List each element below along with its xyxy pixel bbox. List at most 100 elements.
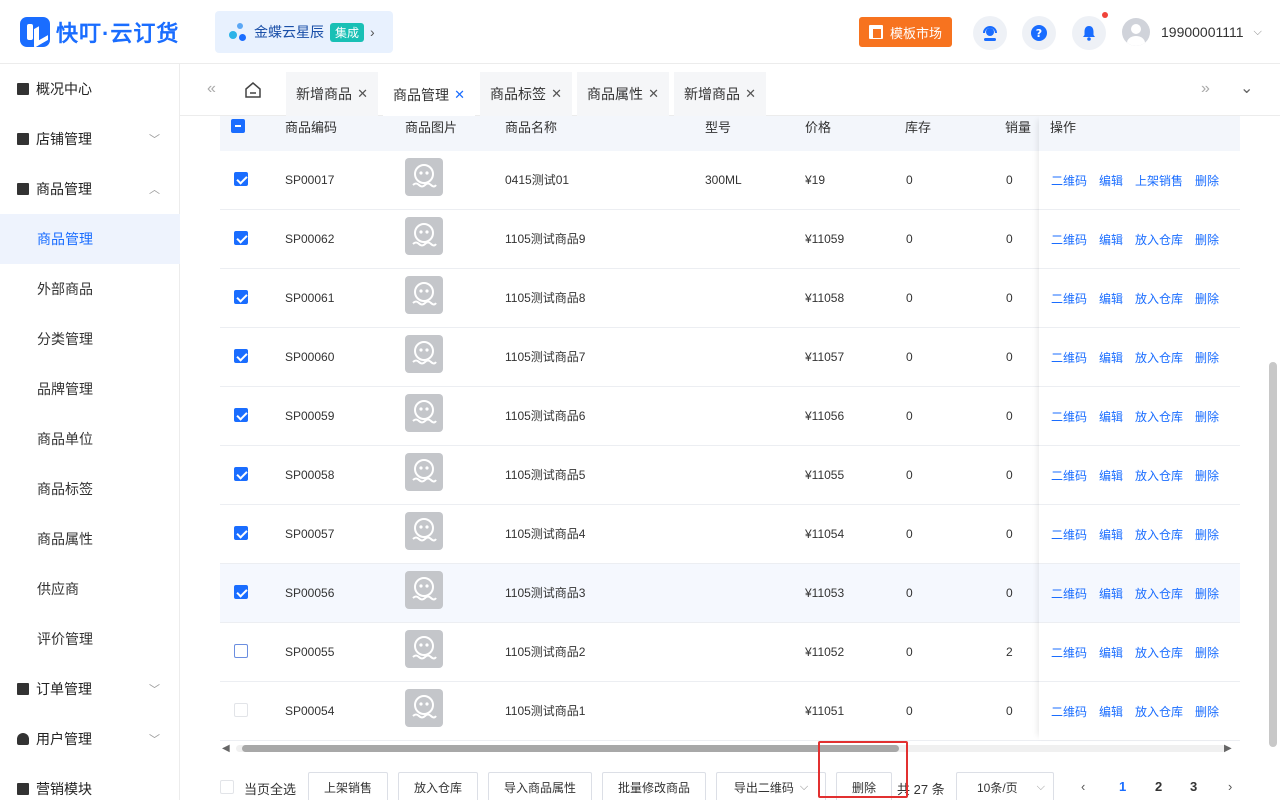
sidebar-item-attribute[interactable]: 商品属性 [0, 514, 180, 564]
batch-on-sale-button[interactable]: 上架销售 [308, 772, 388, 800]
sidebar-group-order[interactable]: 订单管理 ﹀ [0, 664, 180, 714]
goods-image-placeholder-icon[interactable] [405, 512, 443, 550]
import-attributes-button[interactable]: 导入商品属性 [488, 772, 592, 800]
scroll-thumb[interactable] [242, 745, 899, 752]
batch-warehouse-button[interactable]: 放入仓库 [398, 772, 478, 800]
row-checkbox[interactable] [234, 585, 248, 599]
close-icon[interactable]: ✕ [648, 86, 659, 102]
qrcode-link[interactable]: 二维码 [1051, 290, 1087, 307]
page-select-all-checkbox[interactable] [220, 780, 234, 794]
edit-link[interactable]: 编辑 [1099, 231, 1123, 248]
row-checkbox[interactable] [234, 349, 248, 363]
qrcode-link[interactable]: 二维码 [1051, 349, 1087, 366]
row-action-link[interactable]: 放入仓库 [1135, 644, 1183, 661]
horizontal-scrollbar[interactable]: ◀ ▶ [220, 742, 1240, 754]
tabs-scroll-left-icon[interactable]: « [207, 80, 216, 98]
sidebar-item-goods-manage[interactable]: 商品管理 [0, 214, 180, 264]
home-tab-button[interactable] [244, 81, 262, 102]
edit-link[interactable]: 编辑 [1099, 290, 1123, 307]
sidebar-item-external-goods[interactable]: 外部商品 [0, 264, 180, 314]
table-row[interactable]: SP00017 0415测试01 300ML ¥19 0 0 二维码 编辑 上架销售 删除 [220, 151, 1240, 210]
edit-link[interactable]: 编辑 [1099, 408, 1123, 425]
table-row[interactable]: SP00059 1105测试商品6 ¥11056 0 0 二维码 编辑 放入仓库 删除 [220, 387, 1240, 446]
qrcode-link[interactable]: 二维码 [1051, 585, 1087, 602]
sidebar-item-unit[interactable]: 商品单位 [0, 414, 180, 464]
close-icon[interactable]: ✕ [745, 86, 756, 102]
edit-link[interactable]: 编辑 [1099, 526, 1123, 543]
sidebar-group-user[interactable]: 用户管理 ﹀ [0, 714, 180, 764]
notification-button[interactable] [1072, 12, 1108, 50]
page-2[interactable]: 2 [1155, 779, 1162, 794]
delete-link[interactable]: 删除 [1195, 290, 1219, 307]
edit-link[interactable]: 编辑 [1099, 585, 1123, 602]
row-checkbox[interactable] [234, 172, 248, 186]
table-row[interactable]: SP00062 1105测试商品9 ¥11059 0 0 二维码 编辑 放入仓库 删除 [220, 210, 1240, 269]
select-all-checkbox[interactable] [231, 119, 245, 133]
export-qrcode-dropdown[interactable]: 导出二维码 ⌵ [716, 772, 826, 800]
qrcode-link[interactable]: 二维码 [1051, 408, 1087, 425]
goods-image-placeholder-icon[interactable] [405, 335, 443, 373]
row-action-link[interactable]: 放入仓库 [1135, 231, 1183, 248]
goods-image-placeholder-icon[interactable] [405, 630, 443, 668]
row-action-link[interactable]: 放入仓库 [1135, 290, 1183, 307]
help-button[interactable]: ? [1022, 16, 1056, 50]
app-logo[interactable]: 快叮·云订货 [20, 16, 179, 48]
close-icon[interactable]: ✕ [357, 86, 368, 102]
row-checkbox[interactable] [234, 644, 248, 658]
row-checkbox[interactable] [234, 703, 248, 717]
row-checkbox[interactable] [234, 408, 248, 422]
edit-link[interactable]: 编辑 [1099, 644, 1123, 661]
row-action-link[interactable]: 放入仓库 [1135, 408, 1183, 425]
tab-goods-manage[interactable]: 商品管理 ✕ [383, 72, 475, 116]
user-menu[interactable]: 19900001111 ⌵ [1122, 18, 1262, 46]
page-3[interactable]: 3 [1190, 779, 1197, 794]
tab-goods-tag[interactable]: 商品标签 ✕ [480, 72, 572, 116]
delete-link[interactable]: 删除 [1195, 349, 1219, 366]
goods-image-placeholder-icon[interactable] [405, 158, 443, 196]
integration-brand-button[interactable]: 金蝶云星辰 集成 › [215, 11, 393, 53]
sidebar-item-category[interactable]: 分类管理 [0, 314, 180, 364]
delete-link[interactable]: 删除 [1195, 526, 1219, 543]
close-icon[interactable]: ✕ [454, 87, 465, 103]
row-checkbox[interactable] [234, 467, 248, 481]
chevron-down-icon[interactable]: ⌄ [1240, 78, 1253, 98]
scroll-right-arrow-icon[interactable]: ▶ [1224, 743, 1232, 754]
qrcode-link[interactable]: 二维码 [1051, 172, 1087, 189]
row-checkbox[interactable] [234, 526, 248, 540]
batch-edit-button[interactable]: 批量修改商品 [602, 772, 706, 800]
close-icon[interactable]: ✕ [551, 86, 562, 102]
delete-link[interactable]: 删除 [1195, 703, 1219, 720]
qrcode-link[interactable]: 二维码 [1051, 526, 1087, 543]
delete-link[interactable]: 删除 [1195, 231, 1219, 248]
sidebar-item-review[interactable]: 评价管理 [0, 614, 180, 664]
delete-link[interactable]: 删除 [1195, 467, 1219, 484]
sidebar-group-overview[interactable]: 概况中心 [0, 64, 180, 114]
tab-add-goods[interactable]: 新增商品 ✕ [286, 72, 378, 116]
sidebar-item-brand[interactable]: 品牌管理 [0, 364, 180, 414]
sidebar-group-shop[interactable]: 店铺管理 ﹀ [0, 114, 180, 164]
sidebar-item-supplier[interactable]: 供应商 [0, 564, 180, 614]
row-checkbox[interactable] [234, 290, 248, 304]
delete-link[interactable]: 删除 [1195, 172, 1219, 189]
table-row[interactable]: SP00054 1105测试商品1 ¥11051 0 0 二维码 编辑 放入仓库 删除 [220, 682, 1240, 741]
template-market-button[interactable]: 模板市场 [859, 17, 952, 47]
page-size-select[interactable]: 10条/页 ⌵ [956, 772, 1054, 800]
edit-link[interactable]: 编辑 [1099, 467, 1123, 484]
table-row[interactable]: SP00060 1105测试商品7 ¥11057 0 0 二维码 编辑 放入仓库 删除 [220, 328, 1240, 387]
prev-page-icon[interactable]: ‹ [1081, 779, 1085, 794]
page-1[interactable]: 1 [1119, 779, 1126, 794]
sidebar-group-goods[interactable]: 商品管理 ︿ [0, 164, 180, 214]
table-row[interactable]: SP00055 1105测试商品2 ¥11052 0 2 二维码 编辑 放入仓库 删除 [220, 623, 1240, 682]
row-action-link[interactable]: 上架销售 [1135, 172, 1183, 189]
delete-link[interactable]: 删除 [1195, 644, 1219, 661]
table-row[interactable]: SP00057 1105测试商品4 ¥11054 0 0 二维码 编辑 放入仓库 删除 [220, 505, 1240, 564]
table-row[interactable]: SP00056 1105测试商品3 ¥11053 0 0 二维码 编辑 放入仓库 删除 [220, 564, 1240, 623]
goods-image-placeholder-icon[interactable] [405, 453, 443, 491]
qrcode-link[interactable]: 二维码 [1051, 703, 1087, 720]
goods-image-placeholder-icon[interactable] [405, 276, 443, 314]
customer-service-button[interactable] [973, 16, 1007, 50]
goods-image-placeholder-icon[interactable] [405, 571, 443, 609]
goods-image-placeholder-icon[interactable] [405, 217, 443, 255]
edit-link[interactable]: 编辑 [1099, 172, 1123, 189]
table-row[interactable]: SP00058 1105测试商品5 ¥11055 0 0 二维码 编辑 放入仓库 删除 [220, 446, 1240, 505]
